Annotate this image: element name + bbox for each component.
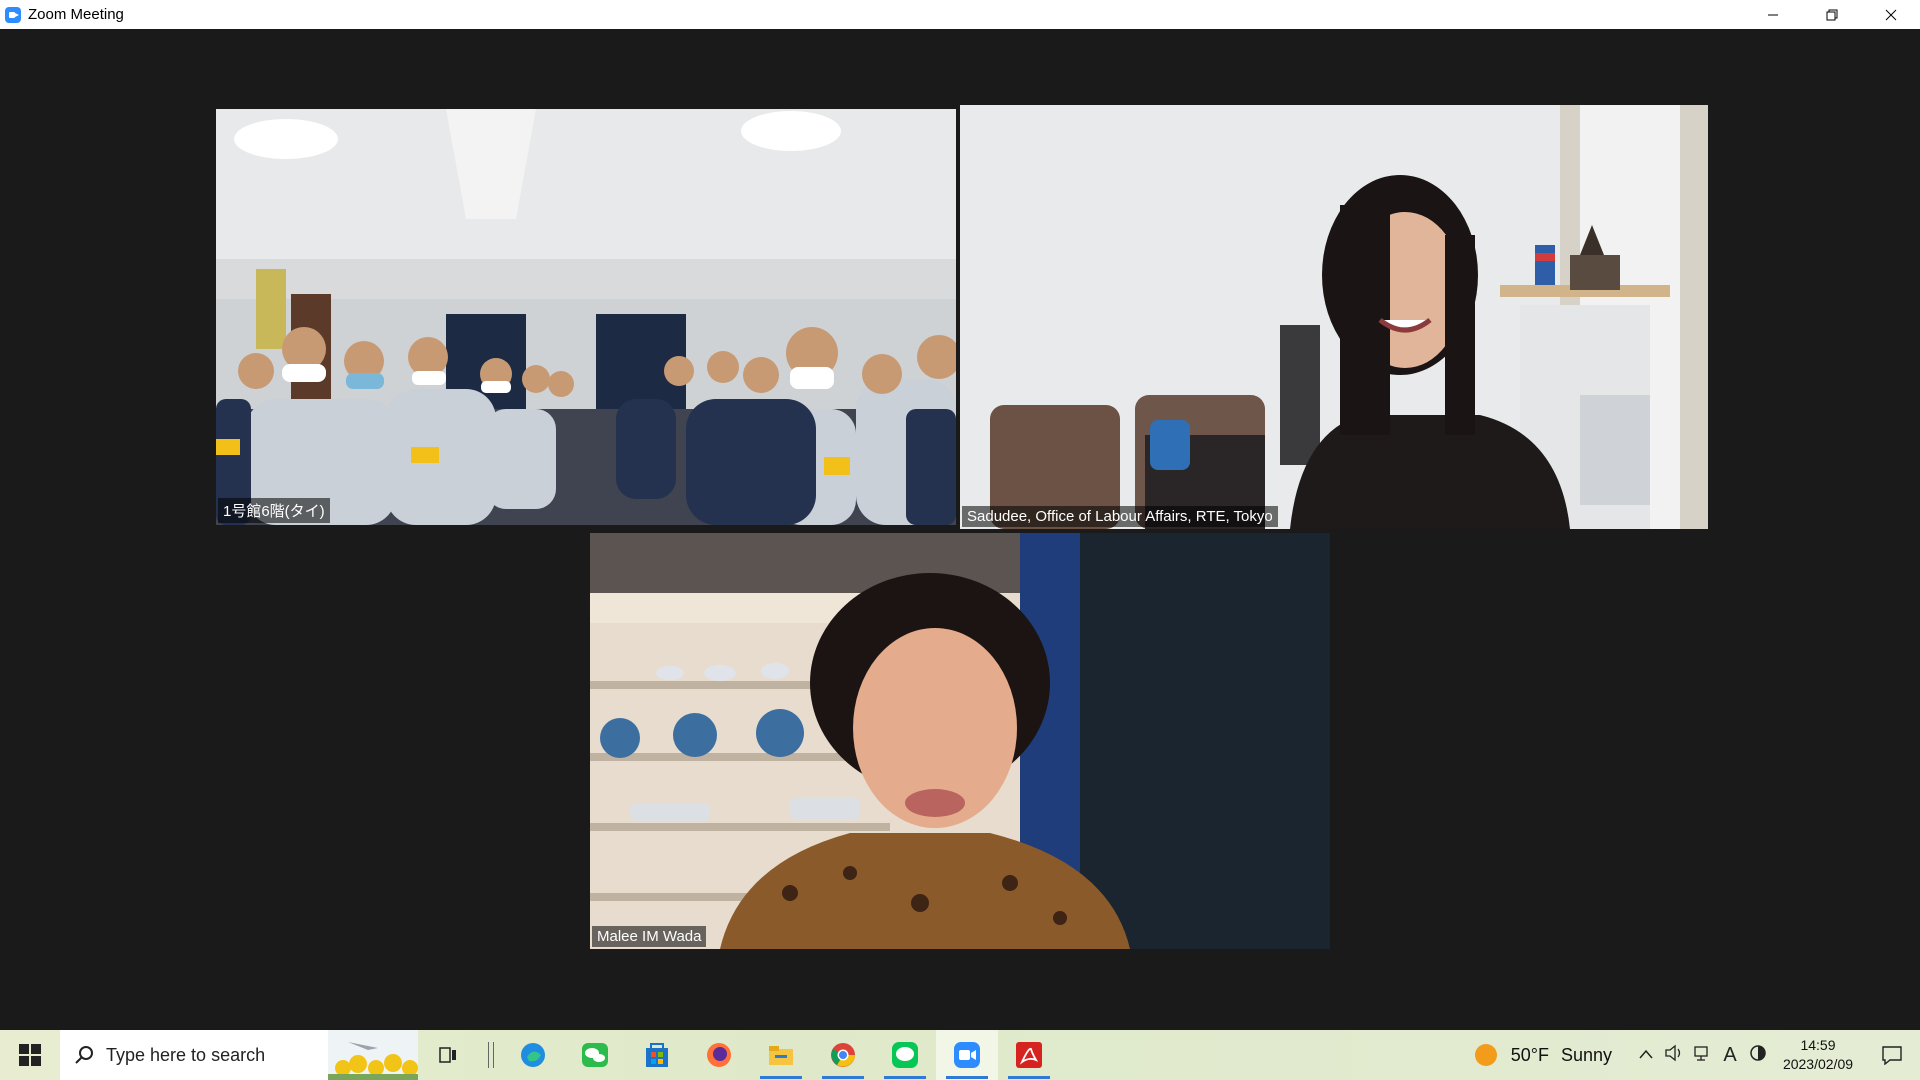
- title-bar: Zoom Meeting: [0, 0, 1920, 29]
- volume-button[interactable]: [1660, 1044, 1688, 1067]
- restore-button[interactable]: [1802, 0, 1861, 29]
- search-highlight-illustration: [328, 1030, 418, 1080]
- input-method-button[interactable]: A: [1716, 1044, 1744, 1067]
- close-icon: [1885, 9, 1896, 20]
- network-icon: [1694, 1045, 1708, 1061]
- search-icon: [75, 1046, 93, 1064]
- taskbar-chrome[interactable]: [812, 1030, 874, 1080]
- focus-assist-button[interactable]: [1744, 1044, 1772, 1067]
- video-feed-speaker: [960, 105, 1708, 529]
- network-button[interactable]: [1688, 1044, 1716, 1067]
- chevron-up-icon: [1639, 1049, 1653, 1059]
- taskbar-wechat[interactable]: [564, 1030, 626, 1080]
- line-icon: [892, 1042, 918, 1068]
- clock-time: 14:59: [1800, 1037, 1836, 1053]
- file-explorer-icon: [769, 1046, 793, 1065]
- close-button[interactable]: [1861, 0, 1920, 29]
- acrobat-icon: [1016, 1042, 1042, 1068]
- firefox-icon: [707, 1043, 731, 1067]
- window-title: Zoom Meeting: [28, 6, 124, 23]
- taskbar-store[interactable]: [626, 1030, 688, 1080]
- video-tile-classroom[interactable]: 1号館6階(タイ): [216, 109, 956, 525]
- participant-name: Malee IM Wada: [592, 926, 707, 947]
- edge-icon: [521, 1043, 545, 1067]
- wechat-icon: [582, 1043, 608, 1067]
- half-moon-icon: [1750, 1044, 1766, 1061]
- video-tile-active-speaker[interactable]: Sadudee, Office of Labour Affairs, RTE, …: [960, 105, 1708, 529]
- system-clock[interactable]: 14:59 2023/02/09: [1772, 1036, 1864, 1074]
- search-placeholder: Type here to search: [106, 1044, 266, 1065]
- minimize-button[interactable]: [1743, 0, 1802, 29]
- store-icon: [646, 1043, 668, 1067]
- notification-center-button[interactable]: [1864, 1045, 1920, 1065]
- task-view-icon: [439, 1047, 456, 1063]
- meeting-gallery: 1号館6階(タイ) Sadudee, Office of Labour Affa…: [0, 29, 1920, 1030]
- taskbar-edge[interactable]: [502, 1030, 564, 1080]
- windows-taskbar: Type here to search 50°F Sunny A 14:59 2…: [0, 1030, 1920, 1080]
- taskbar-search-box[interactable]: Type here to search: [60, 1030, 418, 1080]
- start-button[interactable]: [0, 1030, 60, 1080]
- video-feed-malee: [590, 533, 1330, 949]
- participant-name: Sadudee, Office of Labour Affairs, RTE, …: [962, 506, 1278, 527]
- taskbar-file-explorer[interactable]: [750, 1030, 812, 1080]
- taskbar-separator: [488, 1042, 494, 1068]
- video-feed-classroom: [216, 109, 956, 525]
- taskbar-acrobat[interactable]: [998, 1030, 1060, 1080]
- taskbar-firefox[interactable]: [688, 1030, 750, 1080]
- zoom-app-icon: [5, 6, 21, 23]
- windows-logo-icon: [19, 1044, 41, 1066]
- show-hidden-icons-button[interactable]: [1632, 1046, 1660, 1064]
- video-tile-malee[interactable]: Malee IM Wada: [590, 533, 1330, 949]
- window-controls: [1743, 0, 1920, 29]
- notification-icon: [1882, 1046, 1902, 1065]
- sunny-icon: [1474, 1044, 1497, 1066]
- clock-date: 2023/02/09: [1782, 1056, 1854, 1072]
- weather-condition: Sunny: [1560, 1044, 1612, 1065]
- speaker-icon: [1665, 1044, 1681, 1061]
- taskbar-zoom[interactable]: [936, 1030, 998, 1080]
- chrome-icon: [831, 1043, 855, 1067]
- task-view-button[interactable]: [418, 1030, 480, 1080]
- minimize-icon: [1767, 14, 1778, 15]
- taskbar-line[interactable]: [874, 1030, 936, 1080]
- system-tray: 50°F Sunny A 14:59 2023/02/09: [1474, 1030, 1920, 1080]
- participant-name: 1号館6階(タイ): [218, 498, 330, 523]
- weather-temp: 50°F: [1510, 1044, 1549, 1065]
- zoom-icon: [954, 1042, 980, 1068]
- weather-widget[interactable]: 50°F Sunny: [1474, 1044, 1612, 1066]
- restore-icon: [1826, 9, 1837, 20]
